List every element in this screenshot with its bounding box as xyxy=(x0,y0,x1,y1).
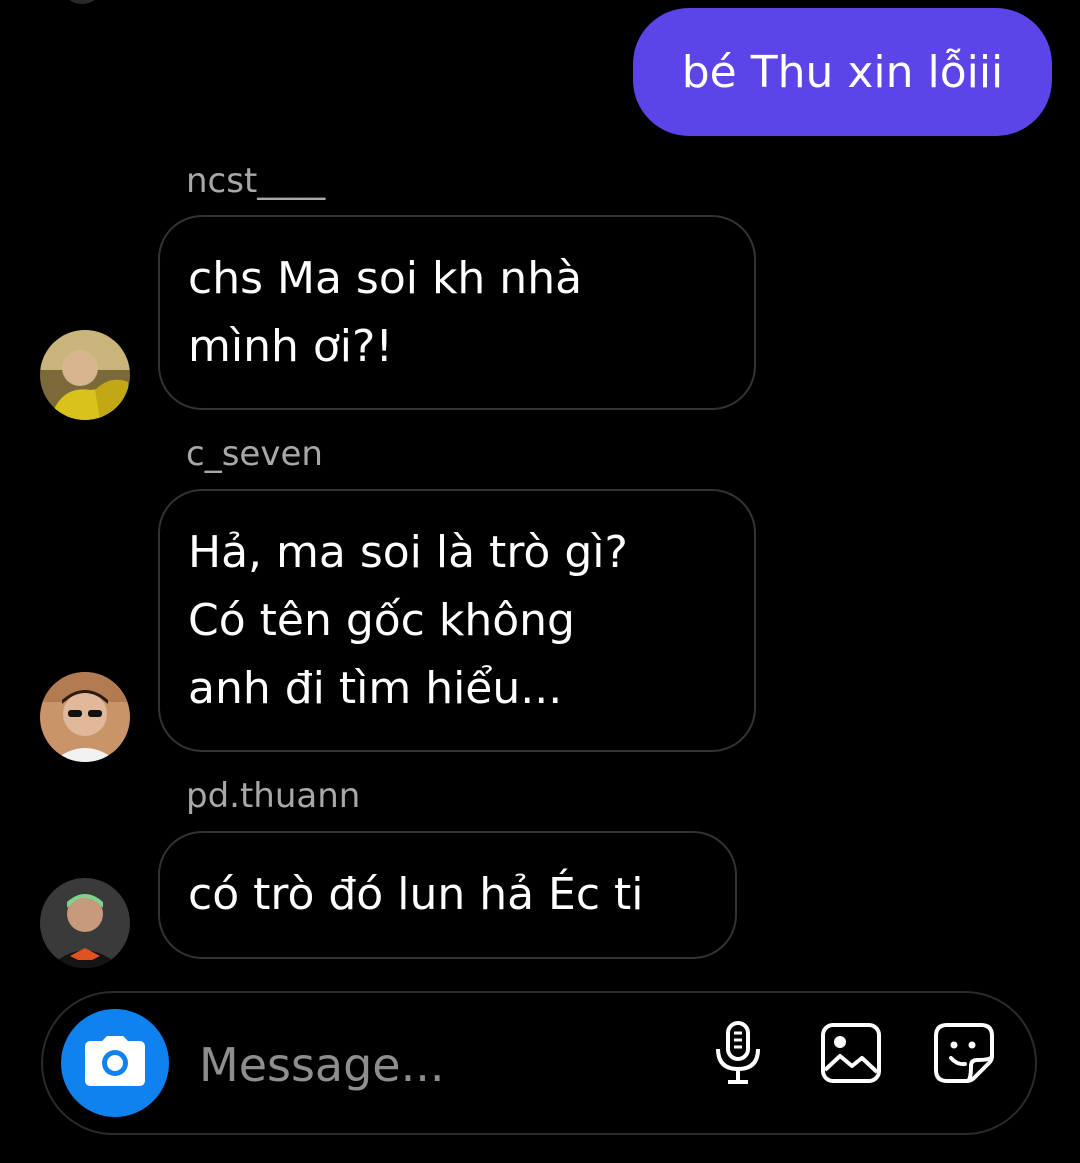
message-text: Hả, ma soi là trò gì? xyxy=(188,526,628,578)
sticker-icon xyxy=(933,1022,995,1088)
message-input[interactable] xyxy=(199,1033,679,1097)
sender-avatar[interactable] xyxy=(40,878,130,968)
sender-avatar[interactable] xyxy=(40,672,130,762)
message-text: bé Thu xin lỗiii xyxy=(681,46,1004,98)
incoming-message[interactable]: chs Ma soi kh nhà mình ơi?! xyxy=(158,215,756,410)
message-text: có trò đó lun hả Éc ti xyxy=(188,869,644,920)
sender-avatar[interactable] xyxy=(40,330,130,420)
gallery-button[interactable] xyxy=(819,1023,883,1087)
incoming-message[interactable]: Hả, ma soi là trò gì? Có tên gốc không a… xyxy=(158,489,756,752)
sticker-button[interactable] xyxy=(932,1023,996,1087)
message-text: Có tên gốc không xyxy=(188,594,575,646)
sender-name[interactable]: ncst____ xyxy=(186,164,325,198)
message-text: mình ơi?! xyxy=(188,320,393,372)
camera-button[interactable] xyxy=(61,1009,169,1117)
message-text: anh đi tìm hiểu... xyxy=(188,662,563,714)
sender-name[interactable]: pd.thuann xyxy=(186,779,360,813)
incoming-message[interactable]: có trò đó lun hả Éc ti xyxy=(158,831,737,959)
outgoing-message[interactable]: bé Thu xin lỗiii xyxy=(633,8,1052,136)
image-icon xyxy=(820,1022,882,1088)
message-composer xyxy=(41,991,1037,1135)
microphone-button[interactable] xyxy=(706,1021,770,1089)
message-text: chs Ma soi kh nhà xyxy=(188,252,583,304)
camera-icon xyxy=(84,1035,146,1091)
avatar xyxy=(60,0,104,4)
microphone-icon xyxy=(713,1021,763,1089)
sender-name[interactable]: c_seven xyxy=(186,437,323,471)
